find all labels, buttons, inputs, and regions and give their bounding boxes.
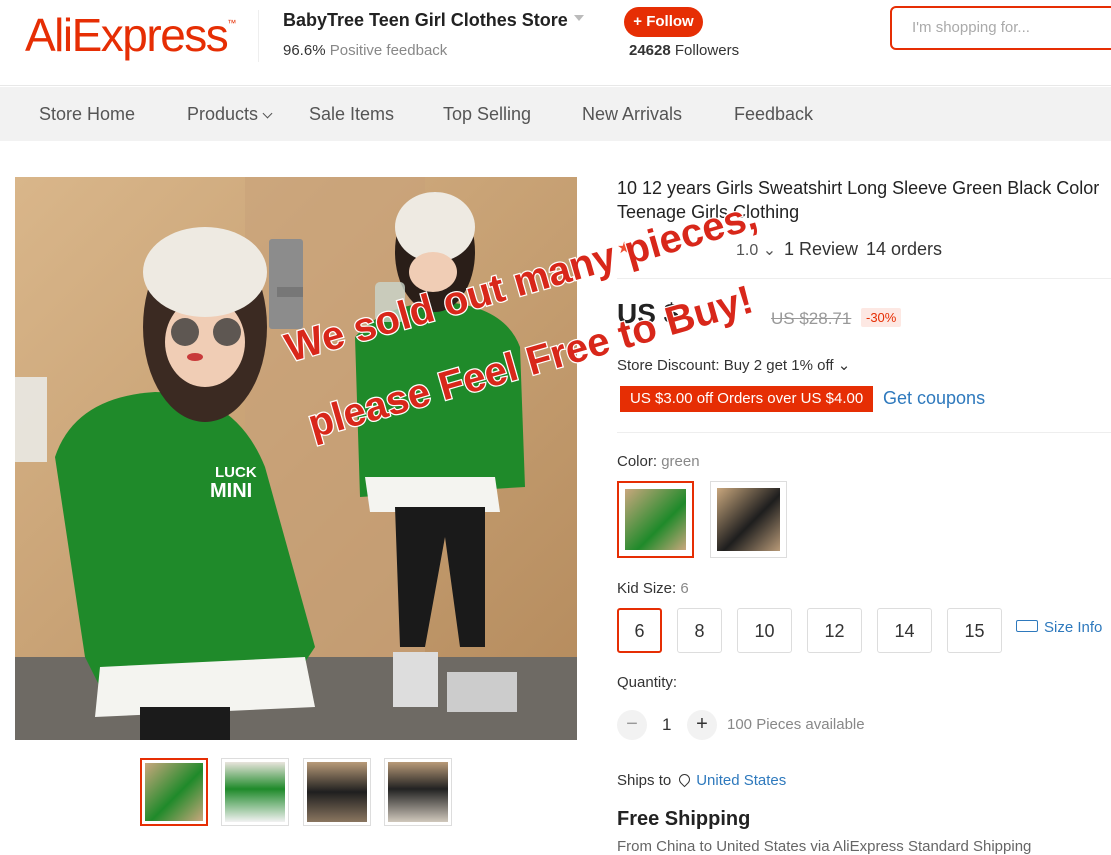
thumbnail-image — [145, 763, 203, 821]
feedback-label: Positive feedback — [329, 42, 448, 59]
quantity-increase-button[interactable]: + — [687, 710, 717, 740]
store-discount[interactable]: Store Discount: Buy 2 get 1% off ⌄ — [617, 356, 850, 374]
thumbnail-4[interactable] — [384, 758, 452, 826]
thumbnail-2[interactable] — [221, 758, 289, 826]
thumbnail-1[interactable] — [140, 758, 208, 826]
product-photo: LUCK MINI — [15, 177, 577, 740]
current-price: US $ — [617, 298, 680, 329]
chevron-down-icon: ⌄ — [837, 357, 851, 374]
free-shipping-title: Free Shipping — [617, 808, 751, 830]
chevron-down-icon — [262, 108, 273, 119]
nav-top-selling[interactable]: Top Selling — [443, 87, 531, 141]
sweater-print-luck: LUCK — [215, 464, 257, 481]
follow-button[interactable]: + Follow — [624, 7, 703, 37]
orders-count: 14 orders — [866, 239, 943, 259]
followers-count: 24628 Followers — [629, 42, 739, 59]
store-name[interactable]: BabyTree Teen Girl Clothes Store — [283, 10, 568, 31]
pieces-available: 100 Pieces available — [727, 716, 865, 733]
chevron-down-icon[interactable] — [574, 15, 584, 21]
color-label: Color: green — [617, 453, 700, 470]
size-info-label: Size Info — [1044, 619, 1103, 636]
main-product-image[interactable]: LUCK MINI — [15, 177, 577, 740]
thumbnail-3[interactable] — [303, 758, 371, 826]
store-header: AliExpress™ BabyTree Teen Girl Clothes S… — [0, 0, 1111, 86]
get-coupons-link[interactable]: Get coupons — [883, 388, 985, 409]
divider — [617, 278, 1111, 279]
header-divider — [258, 10, 259, 62]
ships-to: Ships to United States — [617, 771, 786, 789]
nav-products-label: Products — [187, 104, 259, 124]
size-value: 6 — [680, 580, 689, 597]
color-value: green — [661, 453, 700, 470]
color-swatch-image — [717, 488, 780, 551]
size-option-14[interactable]: 14 — [877, 608, 932, 653]
size-option-15[interactable]: 15 — [947, 608, 1002, 653]
location-pin-icon — [676, 771, 693, 788]
search-input[interactable]: I'm shopping for... — [890, 6, 1111, 50]
store-discount-text: Store Discount: Buy 2 get 1% off — [617, 357, 834, 374]
nav-store-home[interactable]: Store Home — [39, 87, 135, 141]
color-option-black[interactable] — [710, 481, 787, 558]
ships-to-label: Ships to — [617, 772, 672, 789]
color-swatch-image — [625, 489, 686, 550]
thumbnail-image — [225, 762, 285, 822]
quantity-value[interactable]: 1 — [662, 715, 671, 735]
size-option-6[interactable]: 6 — [617, 608, 662, 653]
sweater-print-mini: MINI — [210, 480, 252, 502]
reviews-link[interactable]: 1 Review — [784, 239, 858, 260]
size-info-link[interactable]: Size Info — [1016, 619, 1102, 636]
size-option-10[interactable]: 10 — [737, 608, 792, 653]
nav-products[interactable]: Products — [187, 87, 273, 141]
divider — [617, 432, 1111, 433]
ships-to-country[interactable]: United States — [696, 772, 786, 789]
rating-dropdown[interactable]: 1.0 ⌄ — [736, 240, 776, 260]
nav-new-arrivals[interactable]: New Arrivals — [582, 87, 682, 141]
thumbnail-image — [307, 762, 367, 822]
nav-feedback[interactable]: Feedback — [734, 87, 813, 141]
discount-badge: -30% — [861, 308, 902, 327]
aliexpress-logo[interactable]: AliExpress™ — [25, 8, 236, 62]
rating-value: 1.0 — [736, 242, 759, 259]
star-icon: ★ — [617, 240, 632, 257]
original-price: US $28.71 — [771, 309, 852, 328]
shipping-detail: From China to United States via AliExpre… — [617, 838, 1032, 855]
followers-label: Followers — [674, 42, 740, 59]
size-label: Kid Size: 6 — [617, 580, 689, 597]
store-nav: Store Home Products Sale Items Top Selli… — [0, 87, 1111, 141]
color-label-text: Color: — [617, 453, 658, 470]
thumbnail-image — [388, 762, 448, 822]
quantity-decrease-button[interactable]: − — [617, 710, 647, 740]
color-option-green[interactable] — [617, 481, 694, 558]
feedback-percent: 96.6% — [283, 42, 326, 59]
size-label-text: Kid Size: — [617, 580, 677, 597]
quantity-label: Quantity: — [617, 674, 678, 691]
size-option-12[interactable]: 12 — [807, 608, 862, 653]
coupon-tag: US $3.00 off Orders over US $4.00 — [620, 386, 874, 412]
positive-feedback: 96.6% Positive feedback — [283, 42, 447, 59]
nav-sale-items[interactable]: Sale Items — [309, 87, 394, 141]
product-title: 10 12 years Girls Sweatshirt Long Sleeve… — [617, 178, 1100, 222]
followers-number: 24628 — [629, 42, 671, 59]
ruler-icon — [1016, 620, 1038, 633]
size-option-8[interactable]: 8 — [677, 608, 722, 653]
